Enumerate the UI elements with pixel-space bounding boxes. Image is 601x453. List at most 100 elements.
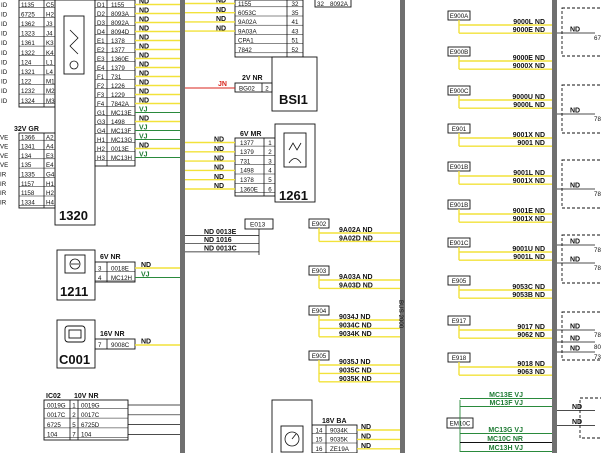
conn-16vnr-label: 16V NR xyxy=(100,331,125,338)
conn-18vba-wire: 9034K xyxy=(330,427,349,434)
right-splice-label: E905 xyxy=(452,278,467,285)
conn-16vnr-wire: 9008C xyxy=(111,342,130,349)
wiring-diagram-page: ID 1135 C5 ID 6725 H2 ID 1362 J3 ID 1323 J4 ID 1361 K3… xyxy=(0,0,601,453)
right-splice-line: 9063 ND xyxy=(517,369,545,376)
far-right-box xyxy=(561,84,601,134)
far-right-num: 784 xyxy=(594,332,601,339)
comp-1211-label: 1211 xyxy=(60,284,88,299)
e013-lines: ND 0013END 1016ND 0013C xyxy=(185,229,259,252)
bsi1-row-tag: ND xyxy=(216,0,226,5)
col2-row-tag: ND xyxy=(139,142,149,149)
e013-line: ND 0013E xyxy=(204,229,237,236)
far-right-num: 784 xyxy=(594,191,601,198)
conn-6vnr-label: 6V NR xyxy=(100,254,121,261)
conn-6vmr-pin: 3 xyxy=(268,158,272,165)
col2-row-tag: ND xyxy=(139,25,149,32)
comp-18vba-block xyxy=(271,399,313,453)
right-splice-label: E901C xyxy=(450,240,469,247)
conn-18vba-tag: ND xyxy=(361,443,371,450)
conn-32v-row-tag: IR xyxy=(0,181,7,188)
conn-18vba-tag: ND xyxy=(361,433,371,440)
conn-6vnr-tag: ND xyxy=(141,262,151,269)
col2-row-tag: ND xyxy=(139,52,149,59)
conn-6vmr-tag: ND xyxy=(214,137,224,144)
bsi1-row-tag: ND xyxy=(216,25,226,32)
conn-32v-label: 32V GR xyxy=(14,126,39,133)
far-right-num: 784 xyxy=(594,265,601,272)
conn-16vnr-tag: ND xyxy=(141,339,151,346)
conn-6vmr-pin: 1 xyxy=(268,140,272,147)
col1-row-tag: ID xyxy=(1,40,8,47)
conn-2vnr-wire: BG02 xyxy=(239,85,255,92)
right-splice-line: 9017 ND xyxy=(517,324,545,331)
col2-row-tag: ND xyxy=(139,88,149,95)
col1-row-tag: ID xyxy=(1,98,8,105)
far-right-box xyxy=(561,7,601,57)
bus-bar-right xyxy=(552,0,557,453)
col1-row-tag: ID xyxy=(1,31,8,38)
conn-6vmr-wire: 1377 xyxy=(240,140,254,147)
col2-row-tag: ND xyxy=(139,115,149,122)
right-splices: E900A9000L ND9000E NDE900B9000E ND9000X … xyxy=(447,10,552,376)
conn-32v-row-tag: IR xyxy=(0,199,7,206)
far-right-connectors: ND 673 ND 784 ND 784 ND 784 ND 784 ND 784 ND 809 ND 730… xyxy=(557,7,601,439)
conn-6vmr-wire: 1379 xyxy=(240,149,254,156)
conn-18vba-label: 18V BA xyxy=(322,418,347,425)
conn-6vmr-pin: 2 xyxy=(268,149,272,156)
right-splice-line: 9053C ND xyxy=(512,284,545,291)
right-splice-line: 9001X ND xyxy=(513,178,545,185)
conn-2vnr-pin: 2 xyxy=(265,85,269,92)
right-splice-line: 9000L ND xyxy=(513,102,545,109)
conn-6vmr-tag: ND xyxy=(214,183,224,190)
far-right-num: 673 xyxy=(594,35,601,42)
conn-6vnr-tag: VJ xyxy=(141,271,150,278)
conn-18vba-pin: 15 xyxy=(316,437,323,444)
mid-splice-line: 9034J ND xyxy=(339,314,371,321)
far-right-box xyxy=(561,234,601,284)
comp-1320-block xyxy=(54,0,96,226)
conn-18vba-pin: 16 xyxy=(316,446,323,453)
em10c-line: MC13H VJ xyxy=(489,445,523,452)
conn-32v-row-tag: VE xyxy=(0,134,8,141)
col1-row-tag: ID xyxy=(1,2,8,9)
conn-32v-row-tag: VE xyxy=(0,153,8,160)
conn-6vmr-tag: ND xyxy=(214,155,224,162)
right-splice-label: E918 xyxy=(452,355,467,362)
e013-line: ND 0013C xyxy=(204,245,237,252)
right-splice-line: 9000X ND xyxy=(513,63,545,70)
right-splice-label: E901 xyxy=(452,126,467,133)
col2-row-tag: ND xyxy=(139,43,149,50)
comp-1320-label: 1320 xyxy=(59,208,88,223)
right-splice-line: 9053B ND xyxy=(512,292,545,299)
conn-6vmr-tag: ND xyxy=(214,165,224,172)
em10c-line: MC13E VJ xyxy=(489,392,523,399)
conn-18vba-pin: 14 xyxy=(316,427,323,434)
conn-6vmr-pin: 6 xyxy=(268,186,272,193)
far-right-bottom-box xyxy=(579,397,601,439)
right-splice-line: 9001X ND xyxy=(513,216,545,223)
right-splice-line: 9000E ND xyxy=(513,55,545,62)
em10c-line: MC13G VJ xyxy=(488,427,523,434)
conn-18vba-wire: ZE19A xyxy=(330,446,350,453)
col2-row-tag: ND xyxy=(139,34,149,41)
right-splice-line: 9000E ND xyxy=(513,27,545,34)
e013-line: ND 1016 xyxy=(204,237,232,244)
right-splice-label: E917 xyxy=(452,318,467,325)
col1-row-tag: ID xyxy=(1,21,8,28)
col2-row-tag: ND xyxy=(139,0,149,5)
bsi1-aux-pin: 32 xyxy=(317,1,324,8)
right-splice-label: E900C xyxy=(450,88,469,95)
right-splice-label: E901B xyxy=(450,202,469,209)
conn-6vmr-tag: ND xyxy=(214,146,224,153)
comp-bsi1-label: BSI1 xyxy=(279,92,308,107)
conn-32v-row-tag: VE xyxy=(0,144,8,151)
col2-row-tag: ND xyxy=(139,70,149,77)
bsi1-aux-wire: 8092A xyxy=(330,1,349,8)
right-splice-line: 9001L ND xyxy=(513,170,545,177)
bus-bar-middle xyxy=(400,0,405,453)
far-right-tag: ND xyxy=(570,108,580,115)
mid-splice-label: E902 xyxy=(312,221,327,228)
conn-32v-row-tag: VE xyxy=(0,162,8,169)
wiring-diagram: ID 1135 C5ID 6725 H2ID 1362 J3ID 1323 J4ID 1361 K3… xyxy=(0,0,601,453)
right-splice-line: 9062 ND xyxy=(517,332,545,339)
